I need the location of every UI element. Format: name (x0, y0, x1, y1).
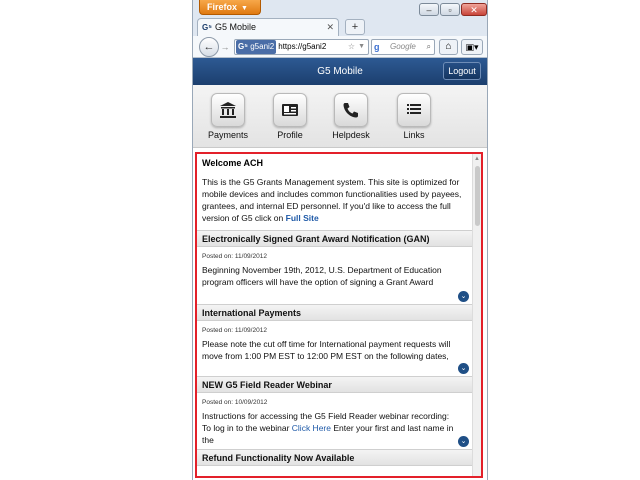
url-bar[interactable]: G⁵ g5ani2 https://g5ani2 ☆ ▼ (234, 39, 369, 55)
list-icon (397, 93, 431, 127)
tab-close-icon[interactable]: ✕ (326, 19, 334, 36)
news-item-title[interactable]: International Payments (197, 304, 472, 321)
main-nav: Payments Profile Helpdesk Links (193, 85, 487, 148)
nav-label: Links (403, 130, 425, 140)
url-text: https://g5ani2 (278, 42, 327, 51)
id-card-icon (273, 93, 307, 127)
phone-icon (334, 93, 368, 127)
page-content: G5 Mobile Logout Payments Profile Helpde… (193, 58, 487, 480)
news-item-title[interactable]: Electronically Signed Grant Award Notifi… (197, 230, 472, 247)
window-controls: – ▫ ✕ (419, 3, 487, 17)
tab-g5-mobile[interactable]: G⁵ G5 Mobile ✕ (197, 18, 339, 36)
firefox-menu-button[interactable]: Firefox ▼ (199, 0, 261, 15)
news-feed-panel: ▲ Welcome ACH This is the G5 Grants Mana… (195, 152, 483, 478)
nav-label: Profile (277, 130, 303, 140)
search-placeholder: Google (390, 42, 416, 51)
posted-date: Posted on: 11/09/2012 (202, 253, 267, 260)
navigation-toolbar: ← → G⁵ g5ani2 https://g5ani2 ☆ ▼ g Google… (193, 36, 487, 58)
forward-button[interactable]: → (218, 40, 232, 54)
nav-payments[interactable]: Payments (198, 93, 258, 140)
bookmark-star-icon[interactable]: ☆ (348, 40, 355, 54)
expand-chevron-icon[interactable]: ⌄ (458, 436, 469, 447)
welcome-text: This is the G5 Grants Management system.… (202, 177, 462, 223)
g5-favicon-icon: G⁵ (202, 23, 212, 32)
news-item: Posted on: 11/09/2012 Please note the cu… (197, 321, 472, 376)
expand-chevron-icon[interactable]: ⌄ (458, 363, 469, 374)
bank-icon (211, 93, 245, 127)
nav-label: Helpdesk (332, 130, 370, 140)
news-item-title[interactable]: Refund Functionality Now Available (197, 449, 472, 466)
nav-links[interactable]: Links (384, 93, 444, 140)
click-here-link[interactable]: Click Here (292, 423, 331, 433)
browser-window: Firefox ▼ – ▫ ✕ G⁵ G5 Mobile ✕ + ← → G⁵ g5… (192, 0, 488, 480)
news-item: Posted on: 11/09/2012 Beginning November… (197, 247, 472, 304)
news-body: Please note the cut off time for Interna… (202, 339, 451, 361)
news-item: Posted on: 10/09/2012 Instructions for a… (197, 393, 472, 449)
url-dropdown-icon[interactable]: ▼ (358, 40, 365, 54)
posted-date: Posted on: 10/09/2012 (202, 399, 268, 406)
new-tab-button[interactable]: + (345, 19, 365, 35)
scroll-up-icon[interactable]: ▲ (474, 156, 480, 162)
news-body: Instructions for accessing the G5 Field … (202, 411, 454, 445)
nav-profile[interactable]: Profile (260, 93, 320, 140)
site-identity-button[interactable]: G⁵ g5ani2 (236, 40, 277, 54)
news-item-title[interactable]: NEW G5 Field Reader Webinar (197, 376, 472, 393)
close-window-button[interactable]: ✕ (461, 3, 487, 16)
search-icon[interactable]: ⌕ (427, 40, 431, 54)
app-header: G5 Mobile Logout (193, 58, 487, 85)
nav-helpdesk[interactable]: Helpdesk (321, 93, 381, 140)
feed-scrollbar[interactable]: ▲ (472, 154, 481, 476)
minimize-button[interactable]: – (419, 3, 439, 16)
google-search-engine-icon[interactable]: g (374, 41, 386, 53)
tab-bar: G⁵ G5 Mobile ✕ + (193, 18, 487, 36)
news-body: Beginning November 19th, 2012, U.S. Depa… (202, 265, 442, 287)
logout-button[interactable]: Logout (443, 62, 481, 80)
back-button[interactable]: ← (199, 37, 219, 57)
home-button[interactable]: ⌂ (439, 39, 458, 55)
welcome-heading: Welcome ACH (202, 158, 264, 168)
toolbar-menu-button[interactable]: ▣▾ (461, 39, 483, 55)
full-site-link[interactable]: Full Site (286, 213, 319, 223)
scrollbar-thumb[interactable] (475, 166, 480, 226)
maximize-button[interactable]: ▫ (440, 3, 460, 16)
search-bar[interactable]: g Google ⌕ (371, 39, 435, 55)
posted-date: Posted on: 11/09/2012 (202, 327, 267, 334)
expand-chevron-icon[interactable]: ⌄ (458, 291, 469, 302)
nav-label: Payments (207, 130, 249, 140)
